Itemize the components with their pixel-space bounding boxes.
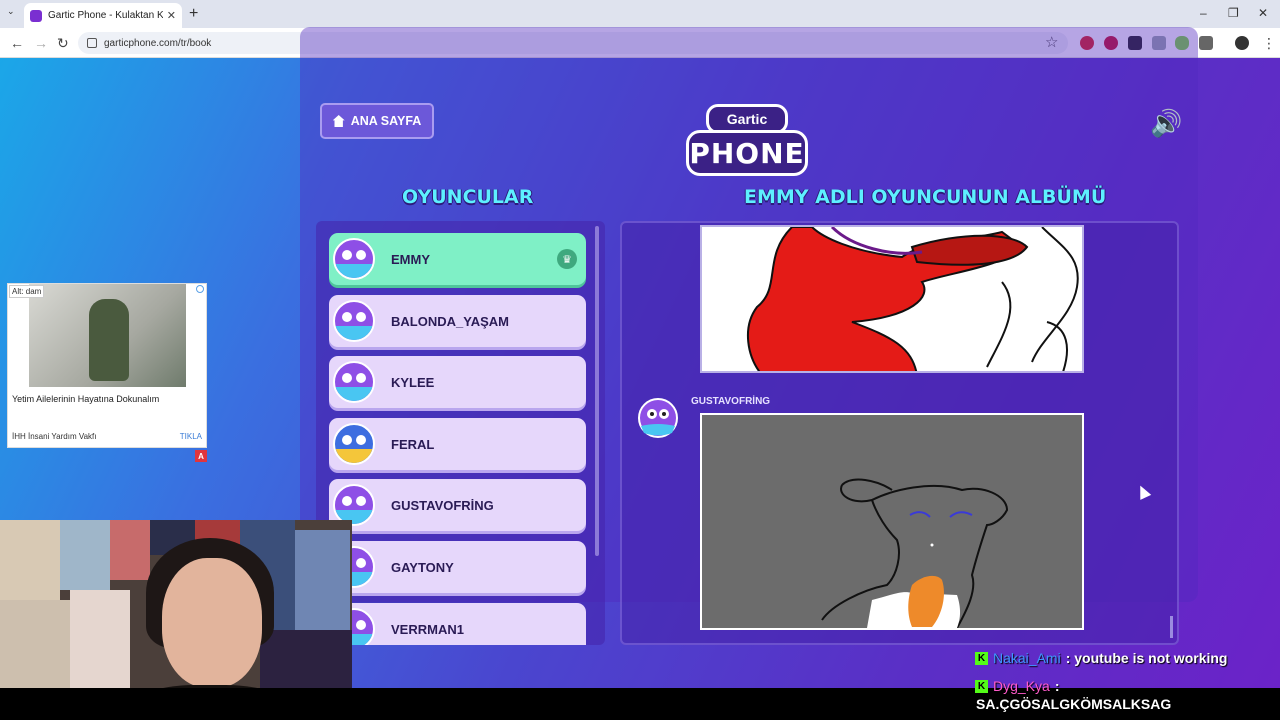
player-name: KYLEE <box>391 374 435 390</box>
player-avatar <box>333 238 375 280</box>
player-name: EMMY <box>391 251 430 267</box>
browser-tab[interactable]: Gartic Phone - Kulaktan Kulağa ✕ <box>24 3 182 28</box>
wall-poster <box>0 520 60 600</box>
drawing-1 <box>700 225 1084 373</box>
close-window-button[interactable]: ✕ <box>1258 6 1268 20</box>
home-icon <box>332 115 345 127</box>
kick-badge-icon: K <box>975 679 988 693</box>
drawing-2 <box>700 413 1084 630</box>
chat-overlay: K Nakai_Ami : youtube is not working K D… <box>975 644 1227 700</box>
player-verrman1[interactable]: VERRMAN1 <box>329 603 586 645</box>
home-button-label: ANA SAYFA <box>350 114 422 128</box>
back-button[interactable]: ← <box>10 35 24 51</box>
restore-button[interactable]: ❐ <box>1228 6 1239 20</box>
player-emmy[interactable]: EMMY ♛ <box>329 233 586 285</box>
player-avatar <box>333 423 375 465</box>
players-heading: OYUNCULAR <box>402 186 534 208</box>
speaker-icon[interactable]: 🔊 <box>1150 108 1182 139</box>
home-button[interactable]: ANA SAYFA <box>320 103 434 139</box>
gartic-favicon-icon <box>30 9 42 22</box>
author-avatar <box>638 398 678 438</box>
wall-poster <box>60 520 110 590</box>
kick-badge-icon: K <box>975 651 988 665</box>
player-balonda-yasam[interactable]: BALONDA_YAŞAM <box>329 295 586 347</box>
tab-search-icon[interactable]: ⌄ <box>7 6 15 17</box>
player-name: VERRMAN1 <box>391 621 464 637</box>
player-avatar <box>333 361 375 403</box>
album-scrollbar[interactable] <box>1170 616 1173 638</box>
ad-sponsor: İHH İnsani Yardım Vakfı <box>12 432 97 441</box>
profile-avatar[interactable] <box>1235 36 1249 50</box>
url-text: garticphone.com/tr/book <box>104 37 212 49</box>
ad-banner[interactable]: Alt: dam Yetim Ailelerinin Hayatına Doku… <box>7 283 207 448</box>
players-list: EMMY ♛ BALONDA_YAŞAM KYLEE FERAL GUSTAVO… <box>316 221 605 645</box>
forward-button[interactable]: → <box>34 35 48 51</box>
crown-icon: ♛ <box>557 249 577 269</box>
ad-headline[interactable]: Yetim Ailelerinin Hayatına Dokunalım <box>12 394 159 404</box>
tab-bar: ⌄ Gartic Phone - Kulaktan Kulağa ✕ + – ❐… <box>0 0 1280 28</box>
album-heading: EMMY ADLI OYUNCUNUN ALBÜMÜ <box>744 186 1107 208</box>
streamer-face <box>162 558 262 688</box>
player-gustavofring[interactable]: GUSTAVOFRİNG <box>329 479 586 531</box>
player-name: BALONDA_YAŞAM <box>391 313 509 329</box>
extensions-puzzle-icon[interactable] <box>1199 36 1213 50</box>
ad-choices-icon[interactable]: A <box>195 450 207 462</box>
gartic-phone-logo: Gartic PHONE <box>686 104 808 176</box>
site-info-icon[interactable] <box>87 38 97 48</box>
wall-poster <box>110 520 150 580</box>
player-avatar <box>333 300 375 342</box>
player-name: GUSTAVOFRİNG <box>391 497 494 513</box>
reload-button[interactable]: ↻ <box>57 35 69 52</box>
chat-username: Dyg_Kya <box>993 678 1050 694</box>
ad-image <box>29 284 186 387</box>
browser-menu-icon[interactable]: ⋮ <box>1262 35 1276 52</box>
chat-message-text: SA.ÇGÖSALGKÖMSALKSAG <box>976 696 1172 712</box>
chat-text: : youtube is not working <box>1065 650 1228 666</box>
tab-title: Gartic Phone - Kulaktan Kulağa <box>48 10 163 21</box>
album-author-name: GUSTAVOFRİNG <box>691 396 771 407</box>
player-feral[interactable]: FERAL <box>329 418 586 470</box>
ad-person <box>89 299 129 381</box>
ad-info-icon[interactable] <box>196 285 204 293</box>
chat-text: : <box>1054 678 1060 694</box>
logo-bottom: PHONE <box>686 130 808 176</box>
minimize-button[interactable]: – <box>1200 6 1207 20</box>
chat-message: K Nakai_Ami : youtube is not working <box>975 644 1227 672</box>
players-scrollbar[interactable] <box>595 226 599 556</box>
new-tab-button[interactable]: + <box>189 5 198 23</box>
player-gaytony[interactable]: GAYTONY <box>329 541 586 593</box>
tab-close-icon[interactable]: ✕ <box>167 9 176 22</box>
chat-username: Nakai_Ami <box>993 650 1061 666</box>
player-name: FERAL <box>391 436 435 452</box>
player-kylee[interactable]: KYLEE <box>329 356 586 408</box>
ad-tag: Alt: dam <box>9 285 45 298</box>
ad-cta-link[interactable]: TIKLA <box>180 432 202 441</box>
player-name: GAYTONY <box>391 559 454 575</box>
